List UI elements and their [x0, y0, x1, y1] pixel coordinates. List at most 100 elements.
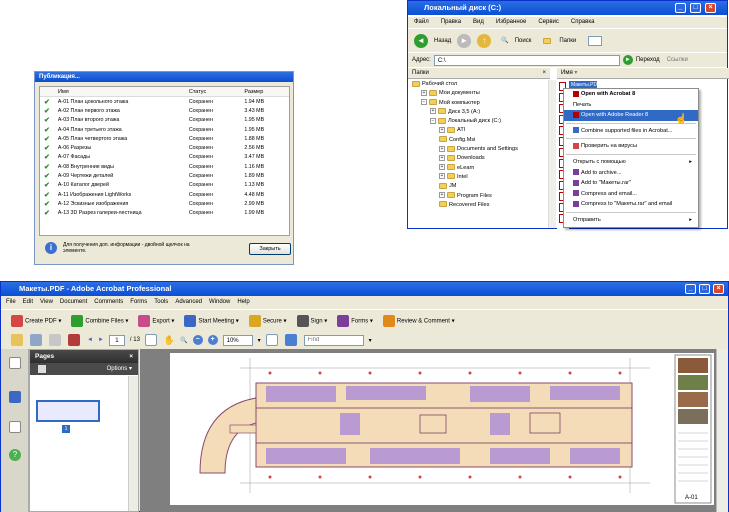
menu-item[interactable]: Advanced	[175, 297, 202, 308]
open-folder-icon[interactable]	[11, 334, 23, 346]
tree-item[interactable]: Рабочий стол	[408, 80, 548, 89]
context-menu-item[interactable]: Печать	[564, 100, 698, 111]
task-button[interactable]: Combine Files ▾	[71, 314, 128, 327]
close-pane-icon[interactable]: ×	[542, 68, 546, 79]
back-label[interactable]: Назад	[434, 38, 451, 44]
menu-item[interactable]: Вид	[473, 17, 484, 28]
maximize-icon[interactable]: □	[690, 3, 701, 13]
tree-item[interactable]: Config.Msi	[408, 136, 548, 145]
back-arrow-icon[interactable]: ◄	[414, 33, 428, 48]
page-number-input[interactable]: 1	[108, 334, 125, 346]
tree-item[interactable]: − Локальный диск (C:)	[408, 117, 548, 126]
find-chevron-icon[interactable]: ▾	[369, 337, 372, 344]
table-row[interactable]: ✔ А-04 План третьего этажа Сохранен 1.95 MB	[40, 125, 289, 134]
links-label[interactable]: Ссылки	[667, 57, 688, 63]
signatures-panel-icon[interactable]	[9, 421, 21, 433]
menu-item[interactable]: Избранное	[496, 17, 526, 28]
bookmarks-panel-icon[interactable]	[9, 391, 21, 403]
tree-item[interactable]: JM	[408, 182, 548, 191]
table-row[interactable]: ✔ А-12 Эскизные изображения Сохранен 2.99 M…	[40, 199, 289, 208]
zoom-tool-icon[interactable]: 🔍	[180, 337, 187, 344]
print-icon[interactable]	[30, 334, 42, 346]
menu-item[interactable]: Справка	[571, 17, 595, 28]
tree-item[interactable]: + Downloads	[408, 154, 548, 163]
tree-item[interactable]: + Intel	[408, 173, 548, 182]
help-icon[interactable]: ?	[9, 449, 21, 461]
context-menu-item[interactable]: Compress and email...	[564, 189, 698, 200]
next-page-icon[interactable]: ►	[98, 337, 104, 343]
document-scrollbar[interactable]	[716, 349, 728, 512]
menu-item[interactable]: Forms	[130, 297, 147, 308]
expand-toggle-icon[interactable]: +	[430, 108, 436, 115]
expand-toggle-icon[interactable]: +	[439, 145, 445, 152]
select-tool-icon[interactable]	[144, 334, 157, 346]
menu-item[interactable]: Help	[237, 297, 249, 308]
fit-page-icon[interactable]	[265, 334, 278, 346]
context-menu-item[interactable]: Combine supported files in Acrobat...	[564, 126, 698, 137]
table-row[interactable]: ✔ А-10 Каталог дверей Сохранен 1.13 MB	[40, 181, 289, 190]
table-row[interactable]: ✔ А-06 Разрезы Сохранен 2.56 MB	[40, 143, 289, 152]
forward-arrow-icon[interactable]: ►	[457, 33, 472, 48]
hand-tool-icon[interactable]: ✋	[164, 335, 175, 346]
maximize-icon[interactable]: □	[699, 284, 710, 294]
views-icon[interactable]	[588, 35, 603, 46]
zoom-out-icon[interactable]: −	[192, 335, 203, 345]
tree-item[interactable]: + ATI	[408, 126, 548, 135]
minimize-icon[interactable]: _	[675, 3, 686, 13]
tree-item[interactable]: + Мои документы	[408, 89, 548, 98]
column-status-header[interactable]: Статус	[189, 87, 245, 96]
table-row[interactable]: ✔ А-08 Внутренние виды Сохранен 1.16 MB	[40, 162, 289, 171]
task-button[interactable]: Create PDF ▾	[11, 314, 61, 327]
context-menu-item[interactable]: Compress to "Макеты.rar" and email	[564, 199, 698, 210]
expand-toggle-icon[interactable]: +	[439, 154, 445, 161]
context-menu-item[interactable]: Открыть с помощью ▸	[564, 157, 698, 168]
table-row[interactable]: ✔ А-05 План четвертого этажа Сохранен 1.88 …	[40, 134, 289, 143]
tree-item[interactable]: + eLearn	[408, 164, 548, 173]
tree-item[interactable]: + Диск 3,5 (A:)	[408, 108, 548, 117]
expand-toggle-icon[interactable]: +	[439, 192, 445, 199]
search-icon[interactable]: 🔍	[501, 37, 508, 44]
expand-toggle-icon[interactable]: −	[430, 117, 436, 124]
task-button[interactable]: Forms ▾	[337, 314, 373, 327]
tree-item[interactable]: Recovered Files	[408, 201, 548, 210]
menu-item[interactable]: Правка	[441, 17, 461, 28]
close-icon[interactable]: ×	[705, 3, 716, 13]
column-name-header[interactable]: Имя	[40, 87, 189, 96]
go-button[interactable]: Переход	[636, 57, 660, 63]
fit-width-icon[interactable]	[284, 334, 297, 346]
trash-icon[interactable]	[38, 365, 46, 373]
expand-toggle-icon[interactable]: +	[439, 127, 445, 133]
expand-toggle-icon[interactable]: +	[439, 164, 445, 171]
task-button[interactable]: Secure ▾	[248, 314, 287, 327]
context-menu-item[interactable]: Add to archive...	[564, 168, 698, 179]
table-row[interactable]: ✔ А-01 План цокольного этажа Сохранен 1.94 …	[40, 97, 289, 106]
table-row[interactable]: ✔ А-02 План первого этажа Сохранен 3.43 MB	[40, 106, 289, 115]
column-size-header[interactable]: Размер	[244, 87, 289, 96]
folders-label[interactable]: Папки	[559, 38, 576, 44]
expand-toggle-icon[interactable]: −	[421, 99, 427, 106]
page-thumbnail[interactable]	[36, 400, 100, 422]
table-row[interactable]: ✔ А-07 Фасады Сохранен 3.47 MB	[40, 153, 289, 162]
email-icon[interactable]	[49, 334, 61, 346]
table-row[interactable]: ✔ А-03 План второго этажа Сохранен 1.95 MB	[40, 116, 289, 125]
pages-panel-icon[interactable]	[9, 357, 21, 369]
expand-toggle-icon[interactable]: +	[439, 173, 445, 180]
task-button[interactable]: Start Meeting ▾	[184, 314, 239, 327]
options-button[interactable]: Options	[107, 366, 128, 372]
tree-item[interactable]: − Мой компьютер	[408, 99, 548, 108]
zoom-input[interactable]: 10%	[222, 334, 253, 346]
menu-item[interactable]: Tools	[154, 297, 168, 308]
name-column-header[interactable]: Имя	[561, 70, 573, 76]
camera-icon[interactable]	[68, 334, 80, 346]
search-label[interactable]: Поиск	[515, 38, 532, 44]
close-icon[interactable]: ×	[713, 284, 724, 294]
task-button[interactable]: Review & Comment ▾	[382, 314, 455, 327]
menu-item[interactable]: Document	[60, 297, 87, 308]
table-row[interactable]: ✔ А-09 Чертежи деталей Сохранен 1.89 MB	[40, 171, 289, 180]
pages-scrollbar[interactable]	[128, 376, 138, 511]
tree-item[interactable]: + Program Files	[408, 192, 548, 201]
previous-page-icon[interactable]: ◄	[87, 337, 93, 343]
minimize-icon[interactable]: _	[685, 284, 696, 294]
menu-item[interactable]: Edit	[23, 297, 33, 308]
context-menu-item[interactable]: Проверить на вирусы	[564, 141, 698, 152]
